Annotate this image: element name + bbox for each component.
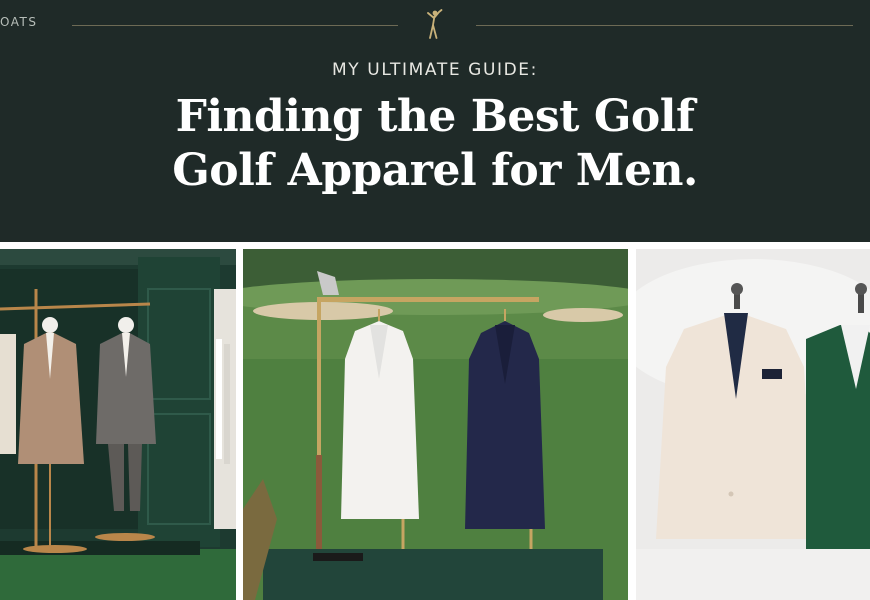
hero-header: OATS MY ULTIMATE GUIDE: Finding the Best…: [0, 0, 870, 242]
page-title: Finding the Best Golf Golf Apparel for M…: [0, 90, 870, 198]
guide-kicker: MY ULTIMATE GUIDE:: [332, 60, 538, 80]
header-divider-right: [476, 25, 853, 26]
golfer-icon[interactable]: [424, 9, 444, 41]
course-jacket-stand-photo[interactable]: [243, 249, 628, 600]
nav-link-fragment[interactable]: OATS: [0, 15, 37, 29]
header-divider-left: [72, 25, 398, 26]
studio-blazers-photo[interactable]: [636, 249, 870, 600]
title-line-2: Golf Apparel for Men.: [172, 145, 698, 196]
title-line-1: Finding the Best Golf: [175, 91, 695, 142]
boutique-display-photo[interactable]: [0, 249, 236, 600]
